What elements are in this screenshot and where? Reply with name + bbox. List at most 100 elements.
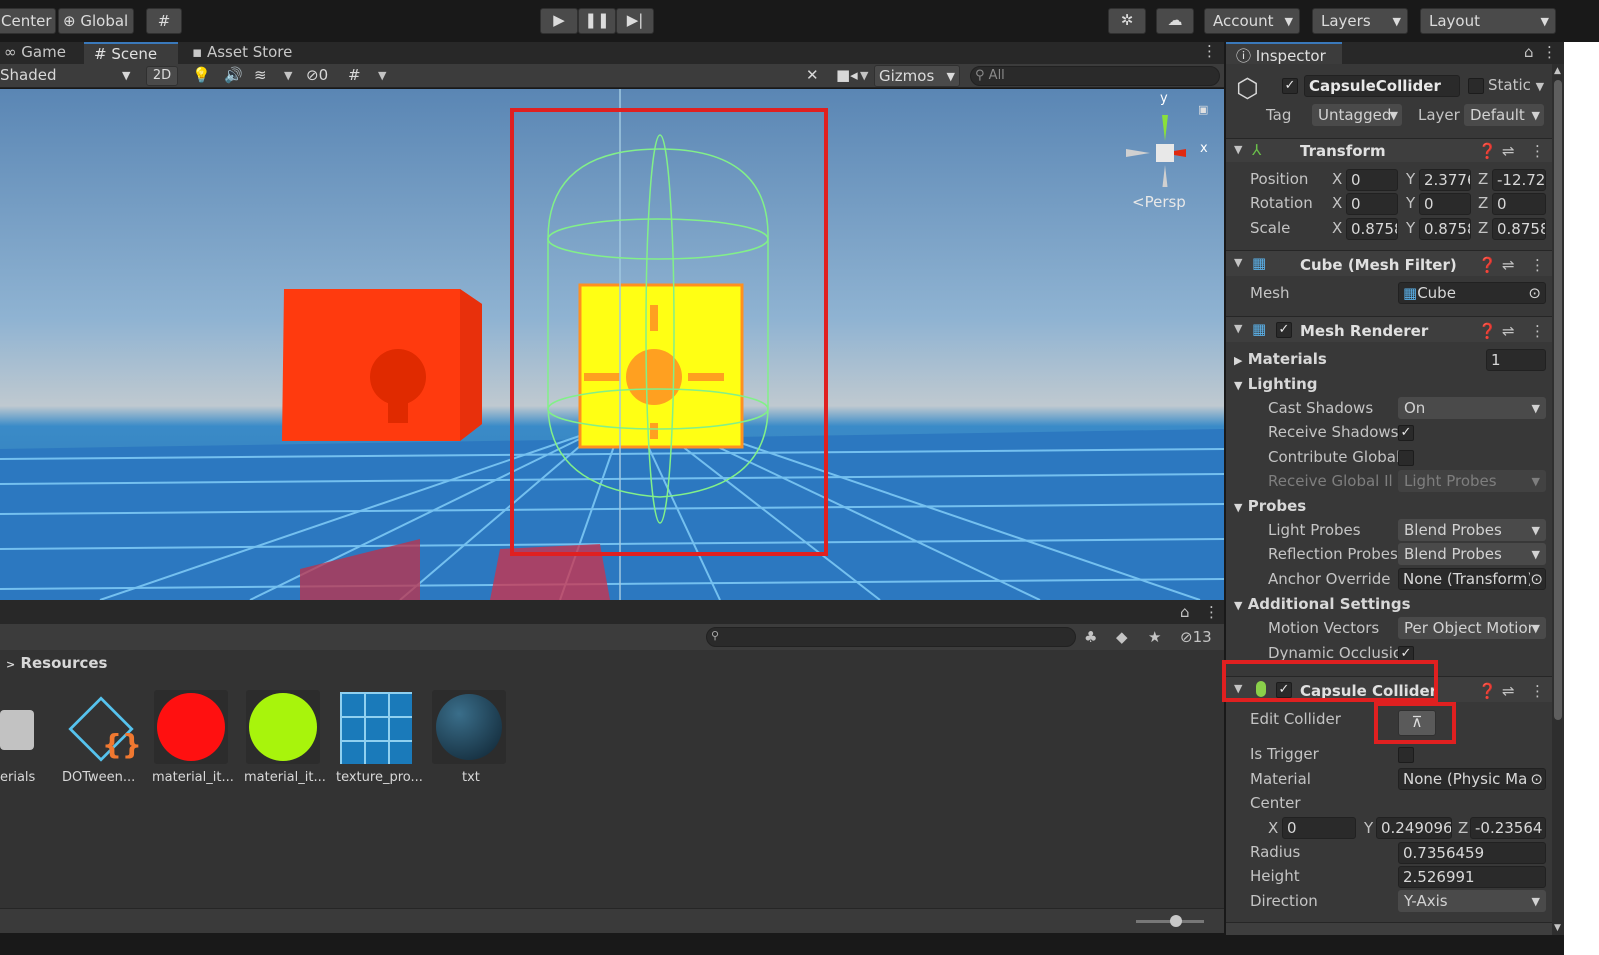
chevron-down-icon[interactable]: ▼ — [860, 69, 868, 82]
center-z-field[interactable]: -0.23564 — [1470, 817, 1546, 839]
tab-asset-store[interactable]: ▪ Asset Store — [186, 42, 306, 64]
more-options-icon[interactable]: ⋮ — [1530, 256, 1545, 274]
project-search-input[interactable]: ⚲ — [706, 627, 1076, 647]
materials-size-field[interactable]: 1 — [1486, 349, 1546, 371]
chevron-down-icon[interactable]: ▼ — [284, 69, 292, 82]
preset-icon[interactable]: ⇌ — [1502, 256, 1515, 274]
help-icon[interactable]: ❓ — [1478, 256, 1497, 274]
position-y-field[interactable]: 2.3776 — [1419, 169, 1471, 191]
is-trigger-checkbox[interactable] — [1398, 747, 1414, 763]
lock-icon[interactable]: ⌂ — [1180, 603, 1190, 621]
rotation-y-field[interactable]: 0 — [1419, 193, 1471, 215]
lock-icon[interactable]: ▣ — [1198, 103, 1208, 116]
zoom-slider-thumb[interactable] — [1170, 915, 1182, 927]
receive-shadows-checkbox[interactable]: ✓ — [1398, 425, 1414, 441]
contribute-global-checkbox[interactable] — [1398, 450, 1414, 466]
2d-toggle[interactable]: 2D — [146, 66, 178, 86]
inspector-scrollbar[interactable]: ▲ ▼ — [1552, 64, 1564, 935]
play-button[interactable]: ▶ — [540, 8, 578, 34]
next-component-header[interactable] — [1226, 922, 1552, 935]
layer-dropdown[interactable]: Default ▼ — [1464, 104, 1544, 126]
mesh-renderer-header[interactable]: ▼ ▦ ✓ Mesh Renderer ❓ ⇌ ⋮ — [1226, 316, 1552, 342]
mesh-filter-header[interactable]: ▼ ▦ Cube (Mesh Filter) ❓ ⇌ ⋮ — [1226, 250, 1552, 276]
preset-icon[interactable]: ⇌ — [1502, 682, 1515, 700]
account-dropdown[interactable]: Account ▼ — [1204, 8, 1300, 34]
position-z-field[interactable]: -12.72 — [1492, 169, 1546, 191]
projection-label[interactable]: <Persp — [1132, 193, 1186, 211]
rotation-z-field[interactable]: 0 — [1492, 193, 1546, 215]
asset-material-green[interactable]: material_it... — [244, 690, 328, 790]
pause-button[interactable]: ❚❚ — [578, 8, 616, 34]
direction-dropdown[interactable]: Y-Axis ▼ — [1398, 890, 1546, 912]
layers-dropdown[interactable]: Layers ▼ — [1312, 8, 1408, 34]
scroll-down-icon[interactable]: ▼ — [1554, 923, 1561, 933]
scrollbar-thumb[interactable] — [1554, 80, 1562, 720]
help-icon[interactable]: ❓ — [1478, 682, 1497, 700]
cloud-button[interactable]: ☁ — [1156, 8, 1194, 34]
orientation-gizmo[interactable]: y x <Persp — [1120, 91, 1210, 211]
grid-toggle-icon[interactable]: # — [348, 66, 361, 84]
reflection-probes-dropdown[interactable]: Blend Probes ▼ — [1398, 543, 1546, 565]
light-probes-dropdown[interactable]: Blend Probes ▼ — [1398, 519, 1546, 541]
more-options-icon[interactable]: ⋮ — [1202, 42, 1217, 60]
motion-vectors-dropdown[interactable]: Per Object Motior ▼ — [1398, 617, 1546, 639]
asset-folder[interactable]: erials — [0, 690, 60, 790]
object-picker-icon[interactable]: ⊙ — [1530, 570, 1543, 588]
pivot-center-button[interactable]: Center — [0, 8, 56, 34]
anchor-override-field[interactable]: None (Transform) ⊙ — [1398, 568, 1546, 590]
object-picker-icon[interactable]: ⊙ — [1530, 770, 1543, 788]
chevron-down-icon[interactable]: ▼ — [378, 69, 386, 82]
breadcrumb[interactable]: > Resources — [6, 654, 107, 672]
lighting-toggle-icon[interactable]: 💡 — [192, 66, 211, 84]
tag-dropdown[interactable]: Untagged ▼ — [1312, 104, 1402, 126]
object-picker-icon[interactable]: ⊙ — [1528, 284, 1541, 302]
mesh-renderer-enabled-checkbox[interactable]: ✓ — [1276, 322, 1292, 338]
zoom-slider[interactable] — [1136, 915, 1204, 927]
tab-scene[interactable]: # Scene — [84, 42, 178, 64]
hidden-packages-toggle[interactable]: ⊘13 — [1180, 628, 1212, 646]
scale-x-field[interactable]: 0.8758 — [1346, 218, 1398, 240]
static-dropdown[interactable]: Static ▼ — [1488, 76, 1544, 94]
help-icon[interactable]: ❓ — [1478, 142, 1497, 160]
step-button[interactable]: ▶| — [616, 8, 654, 34]
probes-foldout[interactable]: ▼ Probes — [1234, 497, 1306, 515]
additional-settings-foldout[interactable]: ▼ Additional Settings — [1234, 595, 1411, 613]
collab-button[interactable]: ✲ — [1108, 8, 1146, 34]
materials-foldout[interactable]: ▶ Materials — [1234, 350, 1327, 368]
tab-game[interactable]: ∞ Game — [0, 42, 82, 64]
height-field[interactable]: 2.526991 — [1398, 866, 1546, 888]
camera-icon[interactable]: ■◂ — [836, 66, 858, 84]
more-options-icon[interactable]: ⋮ — [1542, 43, 1557, 61]
tools-icon[interactable]: ✕ — [806, 66, 819, 84]
tab-inspector[interactable]: ⓘ Inspector — [1226, 42, 1342, 65]
help-icon[interactable]: ❓ — [1478, 322, 1497, 340]
collider-material-field[interactable]: None (Physic Ma ⊙ — [1398, 768, 1546, 790]
more-options-icon[interactable]: ⋮ — [1530, 142, 1545, 160]
active-checkbox[interactable]: ✓ — [1282, 78, 1298, 94]
scale-z-field[interactable]: 0.8758 — [1492, 218, 1546, 240]
layout-dropdown[interactable]: Layout ▼ — [1420, 8, 1556, 34]
asset-dotween[interactable]: {} DOTween... — [58, 690, 142, 790]
grid-snap-button[interactable]: # — [146, 8, 182, 34]
center-y-field[interactable]: 0.249096 — [1376, 817, 1452, 839]
shading-mode-dropdown[interactable]: Shaded ▼ — [0, 66, 140, 86]
position-x-field[interactable]: 0 — [1346, 169, 1398, 191]
more-options-icon[interactable]: ⋮ — [1530, 682, 1545, 700]
lighting-foldout[interactable]: ▼ Lighting — [1234, 375, 1318, 393]
favorite-icon[interactable]: ★ — [1148, 628, 1161, 646]
mesh-object-field[interactable]: ▦Cube ⊙ — [1398, 282, 1546, 304]
scroll-up-icon[interactable]: ▲ — [1554, 66, 1561, 76]
static-checkbox[interactable] — [1468, 78, 1484, 94]
asset-texture[interactable]: texture_pro... — [336, 690, 423, 790]
scene-search-input[interactable]: ⚲ All — [970, 66, 1220, 86]
scale-y-field[interactable]: 0.8758 — [1419, 218, 1471, 240]
rotation-x-field[interactable]: 0 — [1346, 193, 1398, 215]
transform-header[interactable]: ▼ ⅄ Transform ❓ ⇌ ⋮ — [1226, 138, 1552, 162]
effects-toggle-icon[interactable]: ≋ — [254, 66, 267, 84]
asset-txt[interactable]: txt — [430, 690, 514, 790]
gizmos-dropdown[interactable]: Gizmos ▼ — [874, 65, 960, 87]
more-options-icon[interactable]: ⋮ — [1204, 603, 1219, 621]
filter-type-icon[interactable]: ♣ — [1084, 628, 1097, 646]
object-name-input[interactable]: CapsuleCollider — [1304, 75, 1460, 97]
audio-toggle-icon[interactable]: 🔊 — [224, 66, 243, 84]
